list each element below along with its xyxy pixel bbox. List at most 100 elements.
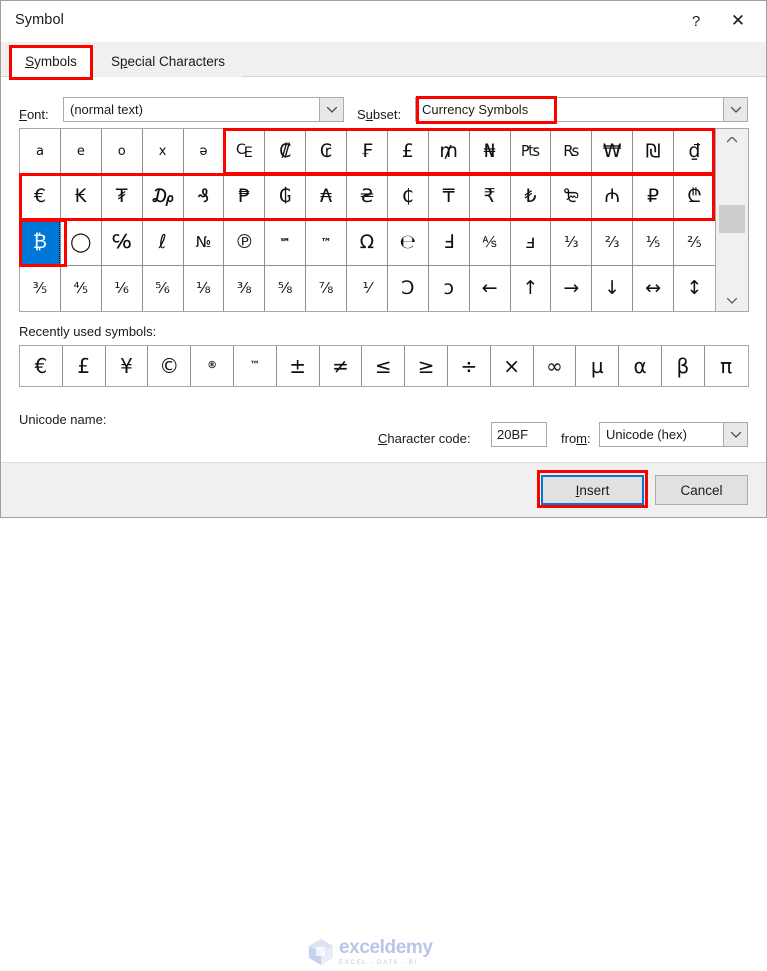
symbol-cell[interactable]: ⅘ <box>61 265 102 311</box>
symbol-cell[interactable]: ℓ <box>142 220 184 266</box>
recent-symbol-cell[interactable]: © <box>148 346 192 386</box>
symbol-cell[interactable]: № <box>183 220 225 266</box>
symbol-cell[interactable]: ⅙ <box>102 265 143 311</box>
recent-symbol-cell[interactable]: α <box>619 346 662 386</box>
subset-select[interactable]: Currency Symbols <box>415 97 748 122</box>
symbol-cell[interactable]: → <box>551 265 593 311</box>
symbol-cell[interactable]: ₧ <box>510 129 552 175</box>
symbol-cell[interactable]: ↕ <box>674 266 715 312</box>
symbol-cell[interactable]: ₱ <box>224 174 266 220</box>
character-code-input[interactable]: 20BF <box>491 422 547 447</box>
symbol-cell[interactable]: ← <box>470 265 511 311</box>
recent-symbol-cell[interactable]: ¥ <box>106 346 149 386</box>
recent-symbol-cell[interactable]: ™ <box>234 346 277 386</box>
recent-symbol-cell[interactable]: π <box>705 346 748 386</box>
symbol-grid-scrollbar[interactable] <box>715 129 748 311</box>
chevron-down-icon[interactable] <box>723 98 747 121</box>
recent-symbol-cell[interactable]: ≥ <box>405 346 448 386</box>
symbol-cell[interactable]: ⅕ <box>633 220 674 266</box>
symbol-cell[interactable]: x <box>142 129 184 175</box>
symbol-cell[interactable]: ◯ <box>60 220 102 266</box>
tab-special-characters[interactable]: Special Characters <box>94 45 242 77</box>
symbol-cell[interactable]: ⅛ <box>184 265 225 311</box>
symbol-cell[interactable]: ₸ <box>428 174 470 220</box>
symbol-cell[interactable]: ₲ <box>265 174 307 220</box>
symbol-cell[interactable]: ⅔ <box>592 220 634 266</box>
symbol-cell[interactable]: Ⅎ <box>428 220 470 266</box>
symbol-cell[interactable]: ↓ <box>592 265 634 311</box>
recent-symbol-cell[interactable]: £ <box>63 346 106 386</box>
symbol-cell[interactable]: ₾ <box>674 175 715 220</box>
symbol-cell[interactable]: ⅎ <box>510 220 552 266</box>
symbol-cell[interactable]: ₵ <box>387 174 429 220</box>
recent-symbol-cell[interactable]: µ <box>576 346 620 386</box>
symbol-cell[interactable]: ₼ <box>592 174 634 220</box>
scrollbar-thumb[interactable] <box>719 205 745 233</box>
cancel-button[interactable]: Cancel <box>655 475 748 505</box>
symbol-cell[interactable]: ⅚ <box>143 265 184 311</box>
symbol-cell[interactable]: ₦ <box>469 129 511 175</box>
symbol-cell[interactable]: ↄ <box>429 265 470 311</box>
symbol-cell[interactable]: ℅ <box>101 220 143 266</box>
symbol-cell[interactable]: ℠ <box>265 220 307 266</box>
symbol-cell[interactable]: ₣ <box>347 129 388 175</box>
chevron-down-icon[interactable] <box>319 98 343 121</box>
symbol-cell[interactable]: ™ <box>306 220 347 266</box>
symbol-cell[interactable]: ⅝ <box>265 265 307 311</box>
symbol-cell[interactable]: o <box>101 129 143 175</box>
symbol-cell[interactable]: ₮ <box>101 174 143 220</box>
recent-symbol-cell[interactable]: ® <box>191 346 234 386</box>
recent-symbol-cell[interactable]: ± <box>277 346 320 386</box>
chevron-down-icon[interactable] <box>723 423 747 446</box>
symbol-cell[interactable]: a <box>20 129 61 175</box>
symbol-cell[interactable]: ₩ <box>592 129 634 175</box>
symbol-cell[interactable]: ⅍ <box>469 220 511 266</box>
symbol-cell[interactable]: ⅞ <box>306 265 347 311</box>
symbol-cell[interactable]: ⅗ <box>20 265 61 311</box>
symbol-grid[interactable]: a e o x ə ₠ ₡ ₢ ₣ £ ₥ ₦ ₧ ₨ ₩ ₪ ₫ € ₭ ₮ ₯ ₰ ₱ ₲ ₳ ₴ ₵ ₸ ₹ ₺ ₻ ₼ ₽ ₾ ₿ ◯ ℅ ℓ № ℗… <box>20 129 715 311</box>
symbol-cell[interactable]: ₨ <box>551 129 593 175</box>
symbol-cell[interactable]: Ↄ <box>388 265 429 311</box>
symbol-cell[interactable]: e <box>60 129 102 175</box>
symbol-cell-selected[interactable]: ₿ <box>20 220 61 266</box>
symbol-cell[interactable]: ₪ <box>633 129 674 175</box>
close-icon[interactable]: ✕ <box>716 1 760 41</box>
symbol-cell[interactable]: Ω <box>347 220 388 266</box>
symbol-cell[interactable]: ₫ <box>674 129 715 175</box>
chevron-down-icon[interactable] <box>716 290 748 311</box>
recent-symbol-cell[interactable]: ÷ <box>448 346 491 386</box>
symbol-cell[interactable]: ₢ <box>306 129 347 175</box>
recent-symbol-cell[interactable]: β <box>662 346 705 386</box>
symbol-cell[interactable]: ₠ <box>224 129 266 175</box>
symbol-cell[interactable]: ə <box>183 129 225 175</box>
from-select[interactable]: Unicode (hex) <box>599 422 748 447</box>
symbol-cell[interactable]: ⅜ <box>224 265 266 311</box>
insert-button[interactable]: Insert <box>541 475 644 505</box>
symbol-cell[interactable]: ₺ <box>510 174 552 220</box>
font-select[interactable]: (normal text) <box>63 97 344 122</box>
recent-symbol-cell[interactable]: ≠ <box>320 346 363 386</box>
symbol-cell[interactable]: ₽ <box>633 174 674 220</box>
symbol-cell[interactable]: ₰ <box>183 174 225 220</box>
symbol-cell[interactable]: ₻ <box>551 174 593 220</box>
symbol-cell[interactable]: ₳ <box>306 174 347 220</box>
recent-symbol-cell[interactable]: ∞ <box>534 346 577 386</box>
symbol-cell[interactable]: ↑ <box>511 265 552 311</box>
symbol-cell[interactable]: £ <box>387 129 429 175</box>
symbol-cell[interactable]: ₹ <box>469 174 511 220</box>
recent-symbol-cell[interactable]: ≤ <box>362 346 406 386</box>
symbol-cell[interactable]: € <box>20 174 61 220</box>
tab-symbols[interactable]: Symbols <box>10 45 92 77</box>
symbol-cell[interactable]: ℗ <box>224 220 266 266</box>
recent-symbol-cell[interactable]: × <box>491 346 534 386</box>
symbol-cell[interactable]: ↔ <box>633 265 674 311</box>
symbol-cell[interactable]: ₯ <box>142 174 184 220</box>
recently-used-grid[interactable]: € £ ¥ © ® ™ ± ≠ ≤ ≥ ÷ × ∞ µ α β π <box>19 345 749 387</box>
symbol-cell[interactable]: ₡ <box>265 129 307 175</box>
symbol-cell[interactable]: ₥ <box>428 129 470 175</box>
symbol-cell[interactable]: ⅟ <box>347 265 388 311</box>
symbol-cell[interactable]: ⅓ <box>551 220 593 266</box>
symbol-cell[interactable]: ₭ <box>60 174 102 220</box>
symbol-cell[interactable]: ⅖ <box>674 220 715 266</box>
symbol-cell[interactable]: ₴ <box>347 174 388 220</box>
